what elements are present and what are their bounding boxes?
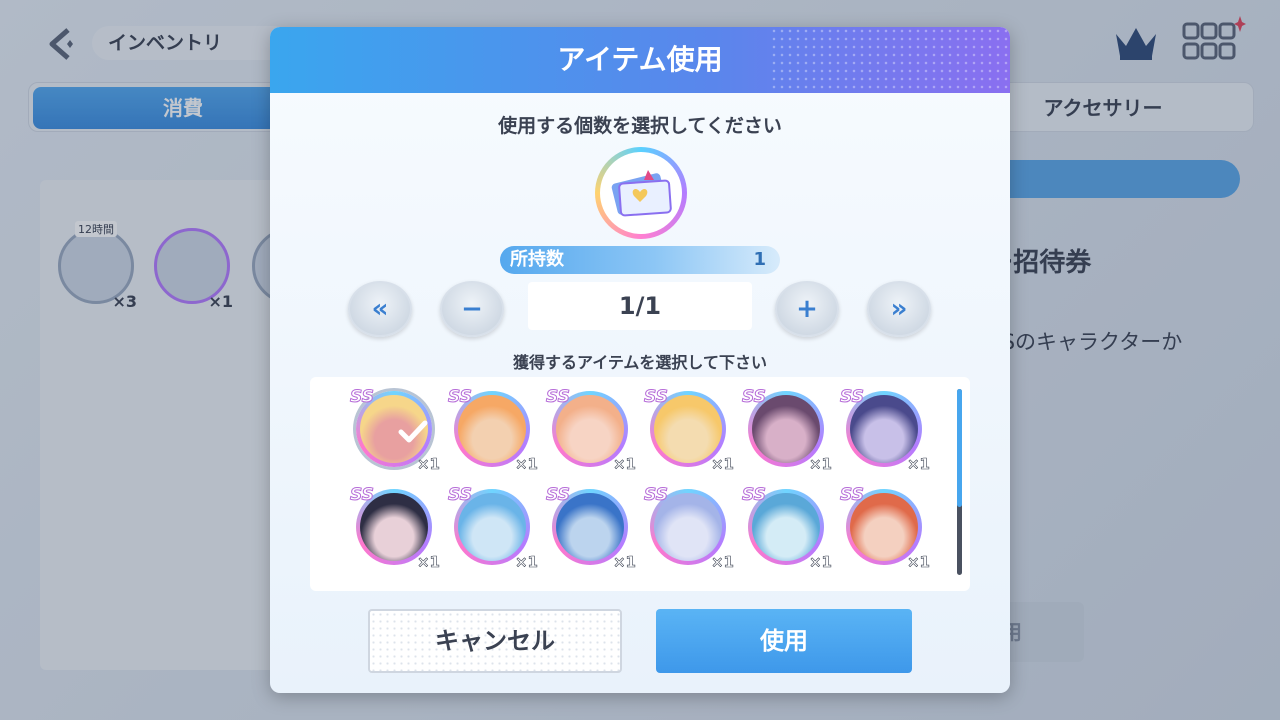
owned-label: 所持数 [510, 249, 564, 270]
character-count: ×1 [514, 455, 539, 474]
max-quantity-button[interactable]: » [867, 281, 931, 337]
select-prompt: 獲得するアイテムを選択して下さい [513, 353, 767, 372]
double-chevron-right-icon: » [890, 294, 908, 324]
character-option[interactable]: SS ×1 [644, 387, 735, 474]
owned-value: 1 [753, 249, 766, 270]
character-count: ×1 [514, 553, 539, 572]
scrollbar[interactable] [957, 389, 962, 575]
increase-button[interactable]: + [775, 281, 839, 337]
character-option[interactable]: SS ×1 [840, 485, 931, 572]
min-quantity-button[interactable]: « [348, 281, 412, 337]
character-count: ×1 [416, 553, 441, 572]
rank-badge: SS [448, 485, 473, 506]
character-count: ×1 [612, 455, 637, 474]
rank-badge: SS [840, 485, 865, 506]
character-count: ×1 [808, 553, 833, 572]
rank-badge: SS [742, 485, 767, 506]
rank-badge: SS [742, 387, 767, 408]
rank-badge: SS [546, 387, 571, 408]
cancel-button[interactable]: キャンセル [368, 609, 622, 673]
character-count: ×1 [906, 455, 931, 474]
double-chevron-left-icon: « [371, 294, 389, 324]
rank-badge: SS [448, 387, 473, 408]
character-count: ×1 [710, 455, 735, 474]
character-count: ×1 [416, 455, 441, 474]
minus-icon: − [461, 294, 483, 324]
character-option[interactable]: SS ×1 [448, 387, 539, 474]
rank-badge: SS [840, 387, 865, 408]
character-option[interactable]: SS ×1 [546, 387, 637, 474]
character-option[interactable]: SS ×1 [350, 387, 441, 474]
character-select-list[interactable]: SS ×1 SS ×1 SS ×1 SS ×1 SS ×1 SS ×1 SS ×1 SS ×1 SS ×1 SS ×1… [310, 377, 970, 591]
character-option[interactable]: SS ×1 [840, 387, 931, 474]
character-count: ×1 [612, 553, 637, 572]
dialog-title: アイテム使用 [557, 43, 723, 76]
character-option[interactable]: SS ×1 [742, 387, 833, 474]
item-use-dialog: アイテム使用 使用する個数を選択してください 所持数 1 « − 1/1 + »… [270, 27, 1010, 693]
character-option[interactable]: SS ×1 [742, 485, 833, 572]
character-option[interactable]: SS ×1 [546, 485, 637, 572]
rank-badge: SS [350, 485, 375, 506]
rank-badge: SS [644, 387, 669, 408]
character-count: ×1 [808, 455, 833, 474]
ticket-icon [595, 147, 687, 239]
character-count: ×1 [710, 553, 735, 572]
character-option[interactable]: SS ×1 [448, 485, 539, 572]
rank-badge: SS [546, 485, 571, 506]
scrollbar-thumb[interactable] [957, 389, 962, 507]
owned-count-bar: 所持数 1 [500, 246, 780, 274]
quantity-field[interactable]: 1/1 [528, 282, 752, 330]
quantity-prompt: 使用する個数を選択してください [498, 115, 782, 137]
ticket-graphic [611, 170, 672, 217]
use-button[interactable]: 使用 [656, 609, 912, 673]
rank-badge: SS [644, 485, 669, 506]
rank-badge: SS [350, 387, 375, 408]
checkmark-icon [398, 420, 428, 443]
plus-icon: + [796, 294, 818, 324]
character-option[interactable]: SS ×1 [350, 485, 441, 572]
character-count: ×1 [906, 553, 931, 572]
decrease-button[interactable]: − [440, 281, 504, 337]
character-option[interactable]: SS ×1 [644, 485, 735, 572]
